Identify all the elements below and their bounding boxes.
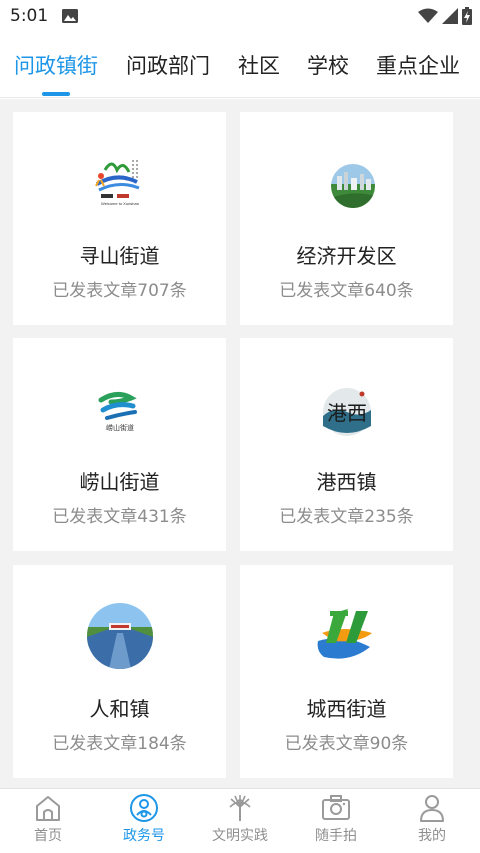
account-title: 经济开发区 [296,244,397,268]
nav-snapshot[interactable]: 随手拍 [288,789,384,853]
account-card[interactable]: 崂山街道 崂山街道 已发表文章431条 [13,338,226,551]
economic-zone-logo [331,164,375,208]
article-count: 已发表文章235条 [279,507,414,527]
tab-key-enterprises[interactable]: 重点企业 [376,50,460,80]
article-count: 已发表文章640条 [279,281,414,301]
account-title: 港西镇 [316,470,377,494]
tab-communities[interactable]: 社区 [238,50,280,80]
renhe-logo [87,603,153,669]
gangxi-logo-text: 港西 [327,401,367,425]
nav-government-account-label: 政务号 [123,828,165,844]
active-tab-indicator [42,92,70,96]
xunshan-logo: Welcome to Xunshan [87,150,153,216]
account-grid: Welcome to Xunshan 寻山街道 已发表文章707条 经济开发区 … [0,99,480,788]
nav-profile-label: 我的 [418,828,446,844]
article-count: 已发表文章707条 [52,281,187,301]
nav-civilization-practice[interactable]: 文明实践 [192,789,288,853]
image-icon [62,9,78,23]
tab-town-streets[interactable]: 问政镇街 [14,50,98,80]
tab-departments[interactable]: 问政部门 [126,50,210,80]
nav-profile[interactable]: 我的 [384,789,480,853]
article-count: 已发表文章431条 [52,507,187,527]
account-card[interactable]: Welcome to Xunshan 寻山街道 已发表文章707条 [13,112,226,325]
status-icons [418,7,472,25]
bottom-navigation: 首页 政务号 文明实践 随手拍 我的 [0,788,480,853]
account-card[interactable]: 人和镇 已发表文章184条 [13,565,226,778]
category-tab-bar: 问政镇街 问政部门 社区 学校 重点企业 [0,32,480,98]
nav-home-label: 首页 [34,828,62,844]
account-title: 人和镇 [89,697,150,721]
wifi-icon [418,8,438,23]
camera-icon [322,795,350,820]
article-count: 已发表文章184条 [52,734,187,754]
government-account-icon [130,794,158,822]
account-card[interactable]: 经济开发区 已发表文章640条 [240,112,453,325]
status-bar: 5:01 [0,0,480,32]
profile-icon [420,795,444,822]
account-title: 寻山街道 [79,244,160,268]
account-title: 崂山街道 [79,470,160,494]
peacock-feather-icon [229,795,251,821]
status-time: 5:01 [10,6,49,26]
cell-signal-icon [442,8,458,24]
laoshan-logo: 崂山街道 [87,376,153,442]
laoshan-logo-text: 崂山街道 [106,423,134,432]
battery-charging-icon [462,7,472,25]
chengxi-logo [314,603,380,669]
nav-home[interactable]: 首页 [0,789,96,853]
account-card[interactable]: 城西街道 已发表文章90条 [240,565,453,778]
xunshan-logo-text: Welcome to Xunshan [101,201,139,206]
account-card[interactable]: 港西 港西镇 已发表文章235条 [240,338,453,551]
account-title: 城西街道 [306,697,387,721]
tab-schools[interactable]: 学校 [307,50,349,80]
nav-snapshot-label: 随手拍 [315,828,357,844]
home-icon [36,796,60,821]
nav-government-account[interactable]: 政务号 [96,789,192,853]
article-count: 已发表文章90条 [284,734,409,754]
nav-civilization-practice-label: 文明实践 [212,828,268,844]
gangxi-logo: 港西 [314,376,380,442]
